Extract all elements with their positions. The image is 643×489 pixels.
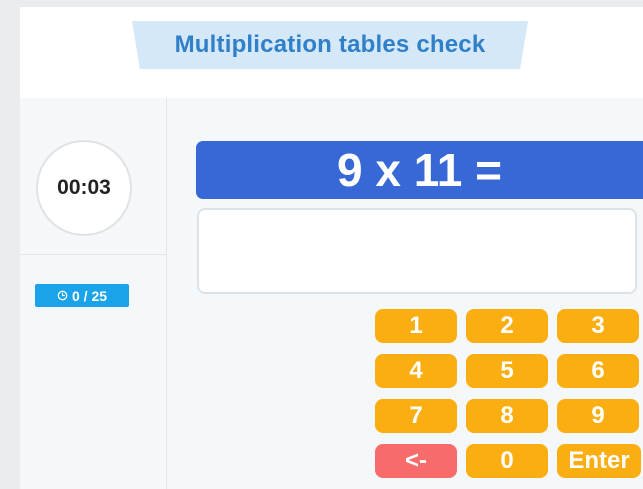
key-1[interactable]: 1 [375, 309, 457, 343]
key-5[interactable]: 5 [466, 354, 548, 388]
key-9[interactable]: 9 [557, 399, 639, 433]
clock-icon [57, 290, 68, 301]
enter-button[interactable]: Enter [557, 444, 641, 478]
title-banner: Multiplication tables check [132, 21, 528, 69]
key-6[interactable]: 6 [557, 354, 639, 388]
sidebar-divider [20, 254, 166, 255]
sidebar: 00:03 0 / 25 [20, 98, 167, 489]
key-3[interactable]: 3 [557, 309, 639, 343]
key-2[interactable]: 2 [466, 309, 548, 343]
key-4[interactable]: 4 [375, 354, 457, 388]
key-0[interactable]: 0 [466, 444, 548, 478]
header: Multiplication tables check [20, 7, 643, 98]
key-7[interactable]: 7 [375, 399, 457, 433]
timer: 00:03 [36, 140, 132, 236]
main-area: 00:03 0 / 25 9 x 11 = 1 2 3 4 5 6 7 8 9 … [20, 98, 643, 489]
answer-input[interactable] [197, 208, 637, 294]
question-display: 9 x 11 = [196, 141, 643, 199]
page-title: Multiplication tables check [174, 31, 486, 58]
app-card: Multiplication tables check 00:03 0 / 25… [20, 7, 643, 489]
progress-text: 0 / 25 [71, 287, 108, 304]
key-8[interactable]: 8 [466, 399, 548, 433]
progress-badge: 0 / 25 [35, 284, 129, 307]
backspace-button[interactable]: <- [375, 444, 457, 478]
